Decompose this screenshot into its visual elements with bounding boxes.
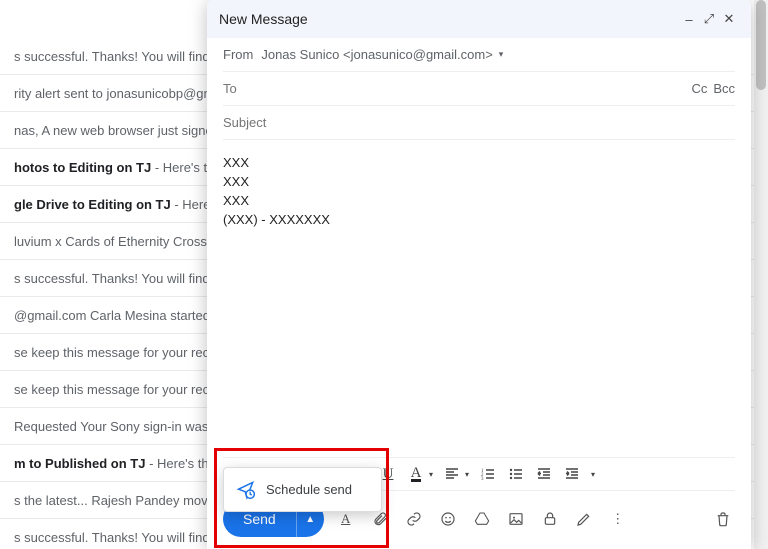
- image-icon[interactable]: [504, 507, 528, 531]
- schedule-send-menu[interactable]: Schedule send: [223, 467, 382, 512]
- to-input[interactable]: [223, 78, 685, 100]
- page-scrollbar-thumb[interactable]: [756, 0, 766, 90]
- from-field[interactable]: From Jonas Sunico <jonasunico@gmail.com>…: [223, 38, 735, 72]
- emoji-icon[interactable]: [436, 507, 460, 531]
- subject-input[interactable]: [223, 112, 735, 134]
- indent-button[interactable]: [559, 461, 585, 487]
- compose-header: New Message – ⤢ ✕: [207, 0, 751, 38]
- schedule-send-label: Schedule send: [266, 482, 352, 497]
- bulleted-list-button[interactable]: [503, 461, 529, 487]
- from-label: From: [223, 47, 253, 62]
- popout-button[interactable]: ⤢: [699, 11, 719, 27]
- more-icon[interactable]: ⋮: [606, 507, 630, 531]
- cc-button[interactable]: Cc: [691, 81, 707, 96]
- outdent-button[interactable]: [531, 461, 557, 487]
- subject-field: [223, 106, 735, 140]
- svg-text:3: 3: [481, 477, 484, 481]
- trash-icon[interactable]: [711, 507, 735, 531]
- align-button[interactable]: [439, 461, 465, 487]
- minimize-button[interactable]: –: [679, 12, 699, 27]
- page-scrollbar[interactable]: [754, 0, 768, 549]
- close-button[interactable]: ✕: [719, 11, 739, 27]
- chevron-down-icon[interactable]: ▾: [591, 470, 599, 479]
- chevron-down-icon[interactable]: ▾: [465, 470, 473, 479]
- ink-icon[interactable]: [572, 507, 596, 531]
- bcc-button[interactable]: Bcc: [713, 81, 735, 96]
- text-color-button[interactable]: A: [403, 461, 429, 487]
- drive-icon[interactable]: [470, 507, 494, 531]
- to-field: To Cc Bcc: [223, 72, 735, 106]
- link-icon[interactable]: [402, 507, 426, 531]
- chevron-down-icon[interactable]: ▾: [499, 49, 504, 60]
- compose-body[interactable]: XXX XXX XXX (XXX) - XXXXXXX: [223, 154, 735, 424]
- from-value: Jonas Sunico <jonasunico@gmail.com>: [261, 47, 492, 62]
- chevron-down-icon[interactable]: ▾: [429, 470, 437, 479]
- compose-title: New Message: [219, 11, 679, 27]
- confidential-icon[interactable]: [538, 507, 562, 531]
- schedule-send-icon: [236, 480, 256, 500]
- numbered-list-button[interactable]: 123: [475, 461, 501, 487]
